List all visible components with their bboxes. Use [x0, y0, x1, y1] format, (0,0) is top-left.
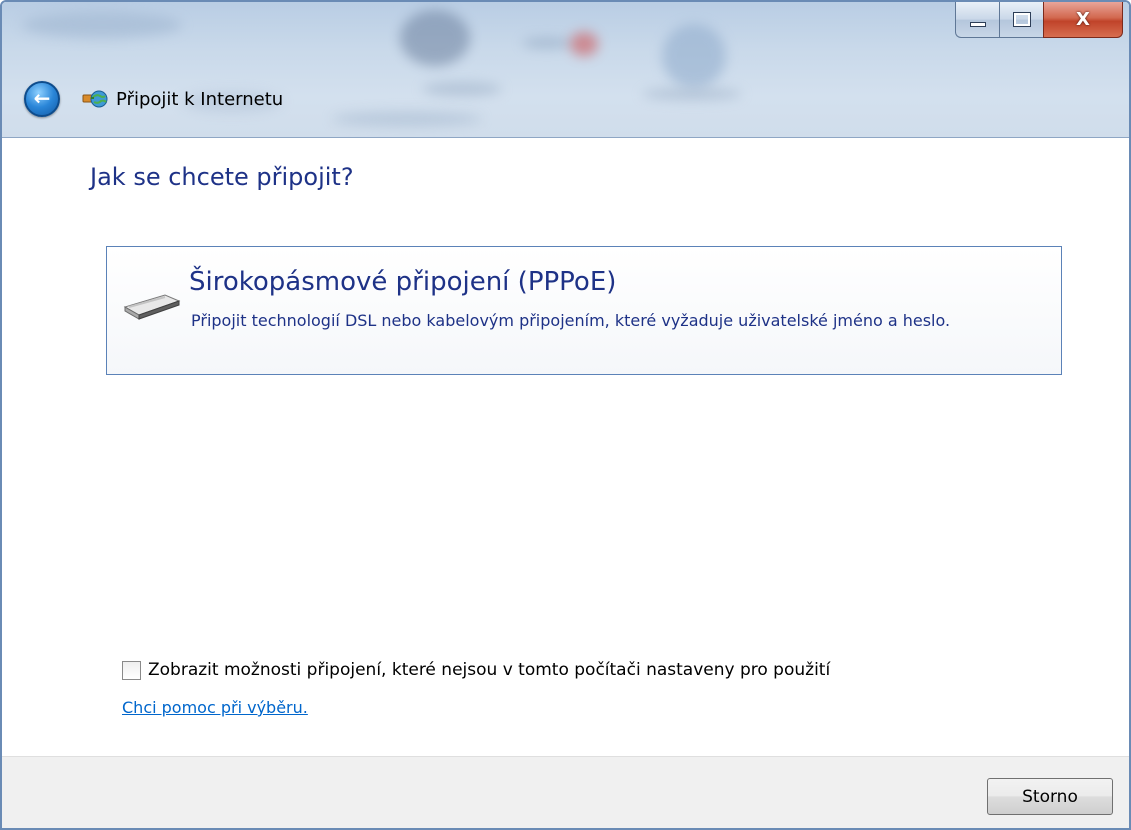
page-heading: Jak se chcete připojit? [90, 163, 354, 191]
back-arrow-icon: ← [33, 86, 51, 110]
network-globe-icon [82, 90, 108, 108]
minimize-icon [969, 22, 986, 27]
minimize-button[interactable] [955, 2, 999, 38]
caption-buttons: X [955, 2, 1123, 38]
option-description: Připojit technologií DSL nebo kabelovým … [191, 311, 951, 330]
maximize-button[interactable] [999, 2, 1043, 38]
pppoe-option-button[interactable]: Širokopásmové připojení (PPPoE) Připojit… [106, 246, 1062, 375]
title-bar: X ← Připojit k Internetu [2, 2, 1129, 138]
background-blur [422, 82, 502, 96]
background-blur [400, 10, 470, 66]
background-blur [522, 38, 572, 48]
background-blur [642, 88, 742, 100]
background-blur [570, 32, 598, 56]
maximize-icon [1012, 12, 1031, 27]
background-blur [662, 24, 726, 88]
show-options-label[interactable]: Zobrazit možnosti připojení, které nejso… [148, 660, 830, 680]
cancel-button[interactable]: Storno [987, 778, 1113, 815]
option-title: Širokopásmové připojení (PPPoE) [189, 267, 617, 297]
background-blur [22, 12, 182, 38]
main-content: Jak se chcete připojit? Širokopásmové př… [2, 138, 1129, 756]
help-choose-link[interactable]: Chci pomoc při výběru. [122, 698, 308, 717]
footer-bar: Storno [2, 756, 1129, 828]
connect-to-internet-window: X ← Připojit k Internetu Jak se chcete p… [0, 0, 1131, 830]
close-icon: X [1076, 9, 1090, 30]
broadband-modem-icon [123, 294, 181, 320]
window-title: Připojit k Internetu [116, 89, 284, 110]
back-button[interactable]: ← [24, 81, 60, 117]
close-button[interactable]: X [1043, 2, 1123, 38]
show-options-checkbox[interactable] [122, 660, 141, 680]
show-options-row: Zobrazit možnosti připojení, které nejso… [122, 660, 830, 680]
background-blur [332, 112, 482, 126]
